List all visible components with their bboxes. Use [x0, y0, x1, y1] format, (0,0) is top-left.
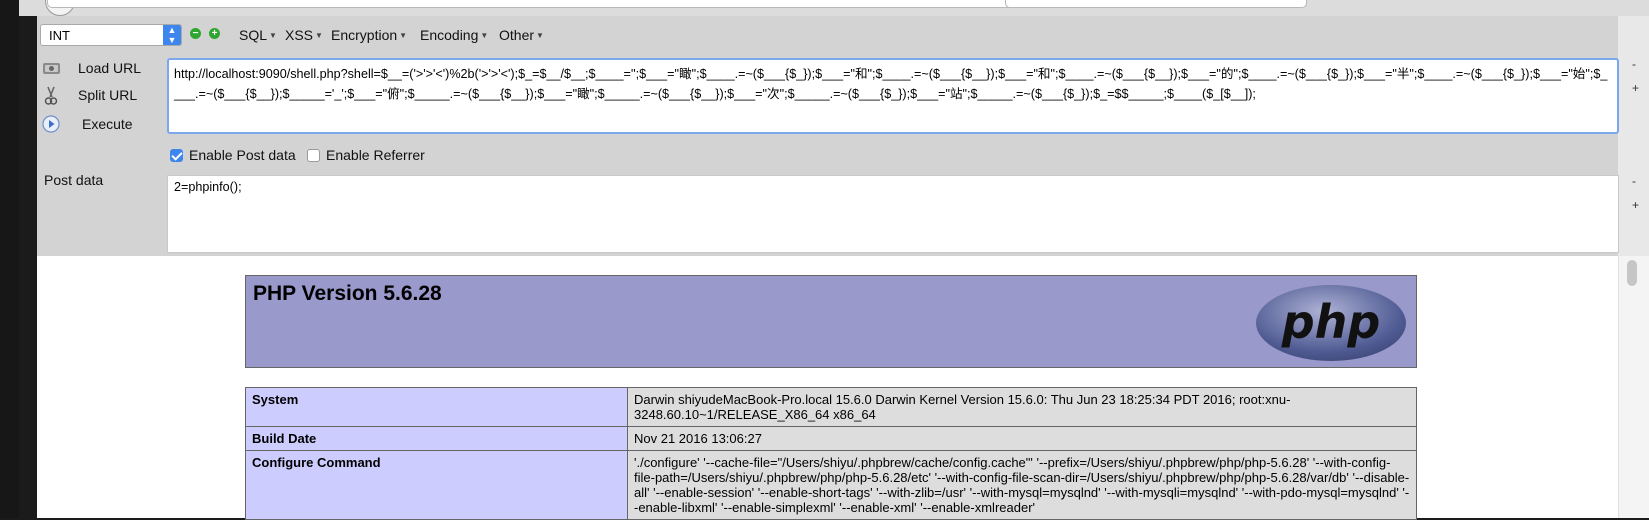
post-data-textarea[interactable]: 2=phpinfo();: [167, 175, 1619, 253]
execute-label: Execute: [82, 116, 133, 132]
menu-other-label: Other: [499, 27, 535, 43]
caret-down-icon: ▼: [399, 31, 408, 40]
play-icon: [42, 115, 62, 133]
enable-referrer-label: Enable Referrer: [326, 147, 425, 163]
row-value: Nov 21 2016 13:06:27: [627, 426, 1417, 451]
scrollbar-thumb[interactable]: [1627, 260, 1637, 286]
enable-post-label: Enable Post data: [189, 147, 296, 163]
table-row: Configure Command './configure' '--cache…: [245, 450, 1417, 520]
row-key: Configure Command: [245, 450, 628, 520]
table-row: Build Date Nov 21 2016 13:06:27: [245, 426, 1417, 451]
load-url-label: Load URL: [78, 60, 142, 76]
php-logo-text: php: [1281, 295, 1381, 349]
menu-sql-label: SQL: [239, 27, 268, 43]
scrollbar-track[interactable]: [1618, 256, 1649, 518]
menu-sql[interactable]: SQL ▼: [239, 27, 277, 43]
caret-down-icon: ▼: [269, 31, 277, 40]
phpinfo-header: PHP Version 5.6.28 php: [245, 275, 1417, 368]
row-key: System: [245, 387, 628, 427]
hackbar-side-column: [1618, 16, 1649, 256]
type-select-value: INT: [49, 28, 70, 43]
enable-referrer-checkbox[interactable]: Enable Referrer: [307, 147, 425, 163]
checkbox-unchecked-icon: [307, 149, 320, 162]
scissors-icon: [42, 86, 62, 105]
row-value: './configure' '--cache-file="/Users/shiy…: [627, 450, 1417, 520]
expand-url-icon[interactable]: +: [1632, 81, 1639, 95]
php-logo: php: [1256, 285, 1406, 361]
type-select[interactable]: INT ▲ ▼: [40, 24, 182, 46]
decrease-icon[interactable]: −: [190, 28, 201, 39]
search-bar[interactable]: [1005, 0, 1307, 8]
menu-xss-label: XSS: [285, 27, 314, 43]
enable-post-checkbox[interactable]: Enable Post data: [170, 147, 296, 163]
address-bar[interactable]: [47, 0, 1017, 8]
load-url-icon: [42, 59, 62, 77]
menu-encoding-label: Encoding: [420, 27, 479, 43]
post-data-label: Post data: [44, 172, 104, 188]
phpinfo-table: System Darwin shiyudeMacBook-Pro.local 1…: [245, 387, 1417, 520]
checkbox-checked-icon: [170, 149, 183, 162]
row-key: Build Date: [245, 426, 628, 451]
select-arrows-icon: ▲ ▼: [163, 25, 181, 45]
expand-post-icon[interactable]: +: [1632, 198, 1639, 212]
caret-down-icon: ▼: [480, 31, 489, 40]
caret-down-icon: ▼: [315, 31, 323, 40]
window-edge: [0, 0, 19, 518]
menu-encryption[interactable]: Encryption ▼: [331, 27, 407, 43]
increase-icon[interactable]: +: [209, 28, 220, 39]
menu-other[interactable]: Other ▼: [499, 27, 544, 43]
browser-toolbar: [19, 0, 1649, 16]
split-url-label: Split URL: [78, 87, 138, 103]
menu-xss[interactable]: XSS ▼: [285, 27, 323, 43]
php-version-title: PHP Version 5.6.28: [253, 282, 442, 305]
table-row: System Darwin shiyudeMacBook-Pro.local 1…: [245, 387, 1417, 427]
url-textarea[interactable]: http://localhost:9090/shell.php?shell=$_…: [167, 58, 1619, 134]
menu-encoding[interactable]: Encoding ▼: [420, 27, 488, 43]
shrink-post-icon[interactable]: -: [1632, 174, 1636, 188]
shrink-url-icon[interactable]: -: [1632, 57, 1636, 71]
row-value: Darwin shiyudeMacBook-Pro.local 15.6.0 D…: [627, 387, 1417, 427]
menu-encryption-label: Encryption: [331, 27, 398, 43]
caret-down-icon: ▼: [536, 31, 544, 40]
